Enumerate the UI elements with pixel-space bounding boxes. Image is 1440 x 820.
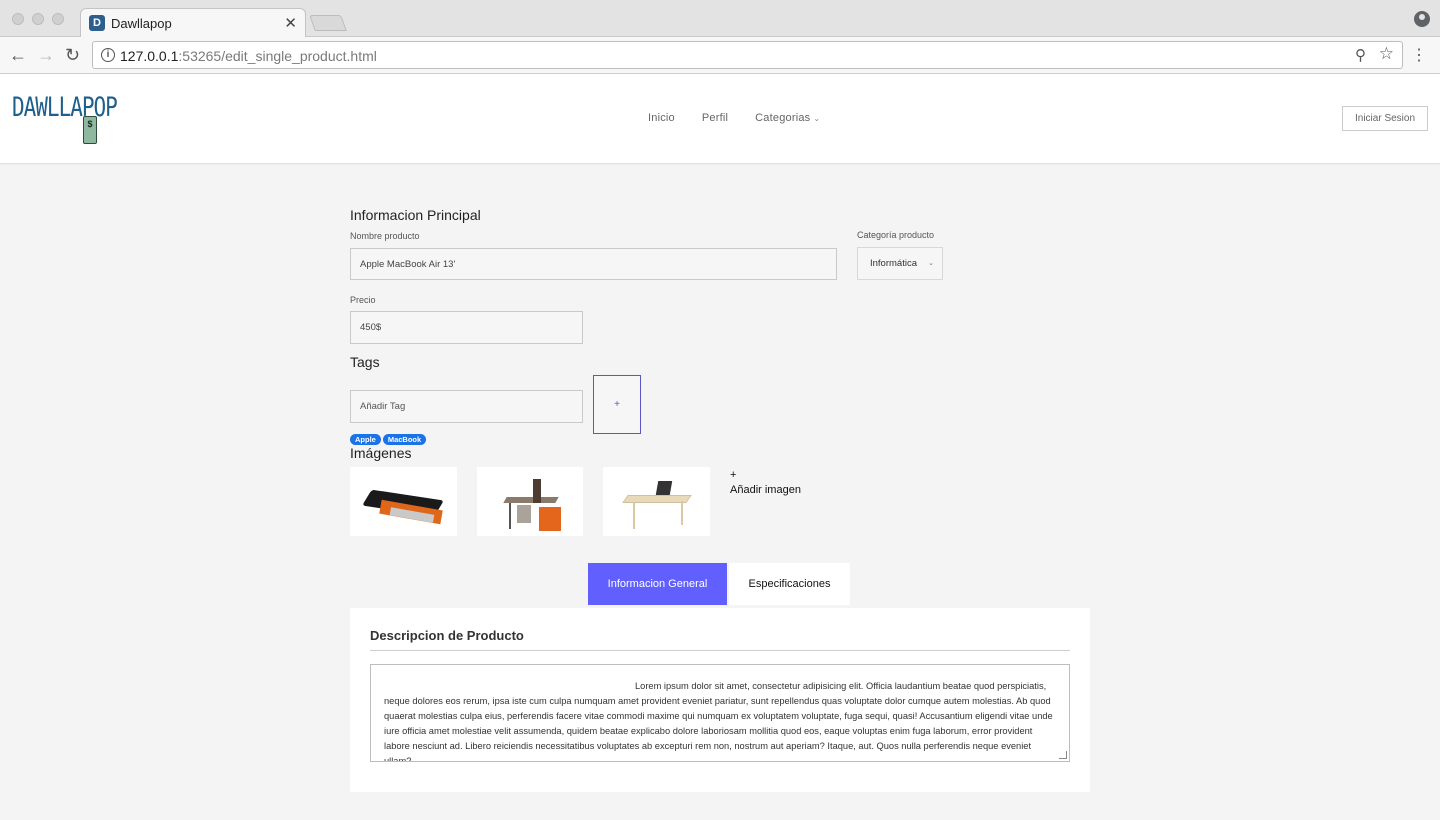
address-bar[interactable]: i 127.0.0.1:53265/edit_single_product.ht…: [92, 41, 1403, 69]
category-value: Informática: [870, 258, 917, 269]
chair: [517, 505, 531, 523]
profile-icon[interactable]: [1414, 11, 1430, 27]
close-tab-icon[interactable]: ✕: [284, 14, 297, 32]
category-select[interactable]: Informática ⌄: [857, 247, 943, 280]
tab-title: Dawllapop: [111, 16, 172, 31]
price-tag-icon: $: [83, 116, 97, 144]
description-text: Lorem ipsum dolor sit amet, consectetur …: [384, 681, 1053, 762]
plus-icon: +: [730, 469, 737, 481]
price-input[interactable]: 450$: [350, 311, 583, 344]
product-name-input[interactable]: Apple MacBook Air 13': [350, 248, 837, 280]
add-image-label: Añadir imagen: [730, 484, 801, 496]
browser-menu-icon[interactable]: ⋮: [1411, 45, 1427, 65]
url-text: 127.0.0.1:53265/edit_single_product.html: [120, 48, 377, 64]
forward-icon[interactable]: →: [37, 45, 55, 65]
product-image-2[interactable]: [477, 467, 583, 536]
tab-specifications[interactable]: Especificaciones: [729, 563, 850, 605]
tag-list: Apple MacBook: [350, 434, 427, 445]
window-close-dot[interactable]: [12, 13, 24, 25]
description-title: Descripcion de Producto: [370, 628, 524, 643]
browser-tabstrip: D Dawllapop ✕: [0, 0, 1440, 38]
product-image-3[interactable]: [603, 467, 710, 536]
chevron-down-icon: ⌄: [813, 114, 821, 123]
back-icon[interactable]: ←: [9, 45, 27, 65]
monitor: [533, 479, 541, 503]
description-panel: Descripcion de Producto Lorem ipsum dolo…: [350, 608, 1090, 792]
desk-leg: [633, 503, 635, 529]
window-zoom-dot[interactable]: [52, 13, 64, 25]
images-title: Imágenes: [350, 445, 412, 461]
site-header: DAWLLAPOP $ Inicio Perfil Categorias ⌄ In…: [0, 74, 1440, 164]
main-info-title: Informacion Principal: [350, 207, 481, 223]
drawer-unit: [539, 507, 561, 531]
browser-tab[interactable]: D Dawllapop ✕: [80, 8, 306, 38]
category-label: Categoría producto: [857, 230, 935, 240]
tag-badge[interactable]: MacBook: [382, 434, 427, 445]
tag-input[interactable]: Añadir Tag: [350, 390, 583, 423]
bookmark-star-icon[interactable]: ☆: [1379, 44, 1394, 64]
browser-toolbar: ← → ↻ i 127.0.0.1:53265/edit_single_prod…: [0, 37, 1440, 74]
desk-top: [503, 497, 559, 503]
name-label: Nombre producto: [350, 231, 420, 241]
favicon-icon: D: [89, 15, 105, 31]
description-textarea[interactable]: Lorem ipsum dolor sit amet, consectetur …: [370, 664, 1070, 762]
desk-leg: [509, 503, 511, 529]
main-nav: Inicio Perfil Categorias ⌄: [648, 112, 820, 124]
tab-general-info[interactable]: Informacion General: [588, 563, 727, 605]
new-tab-button[interactable]: [309, 15, 347, 31]
nav-inicio[interactable]: Inicio: [648, 112, 675, 124]
divider: [370, 650, 1070, 651]
site-info-icon[interactable]: i: [101, 48, 115, 62]
window-minimize-dot[interactable]: [32, 13, 44, 25]
zoom-icon[interactable]: ⚲: [1355, 46, 1366, 64]
desk-leg: [681, 501, 683, 525]
tag-badge[interactable]: Apple: [350, 434, 381, 445]
reload-icon[interactable]: ↻: [65, 45, 80, 65]
add-tag-button[interactable]: +: [593, 375, 641, 434]
tags-title: Tags: [350, 354, 380, 370]
nav-categorias[interactable]: Categorias ⌄: [755, 112, 820, 124]
price-label: Precio: [350, 295, 376, 305]
product-image-1[interactable]: [350, 467, 457, 536]
resize-handle-icon[interactable]: [1059, 751, 1067, 759]
chevron-down-icon: ⌄: [928, 260, 934, 267]
add-image-button[interactable]: + Añadir imagen: [730, 468, 801, 498]
login-button[interactable]: Iniciar Sesion: [1342, 106, 1428, 131]
laptop: [655, 481, 673, 495]
nav-perfil[interactable]: Perfil: [702, 112, 728, 124]
logo[interactable]: DAWLLAPOP $: [12, 92, 118, 148]
